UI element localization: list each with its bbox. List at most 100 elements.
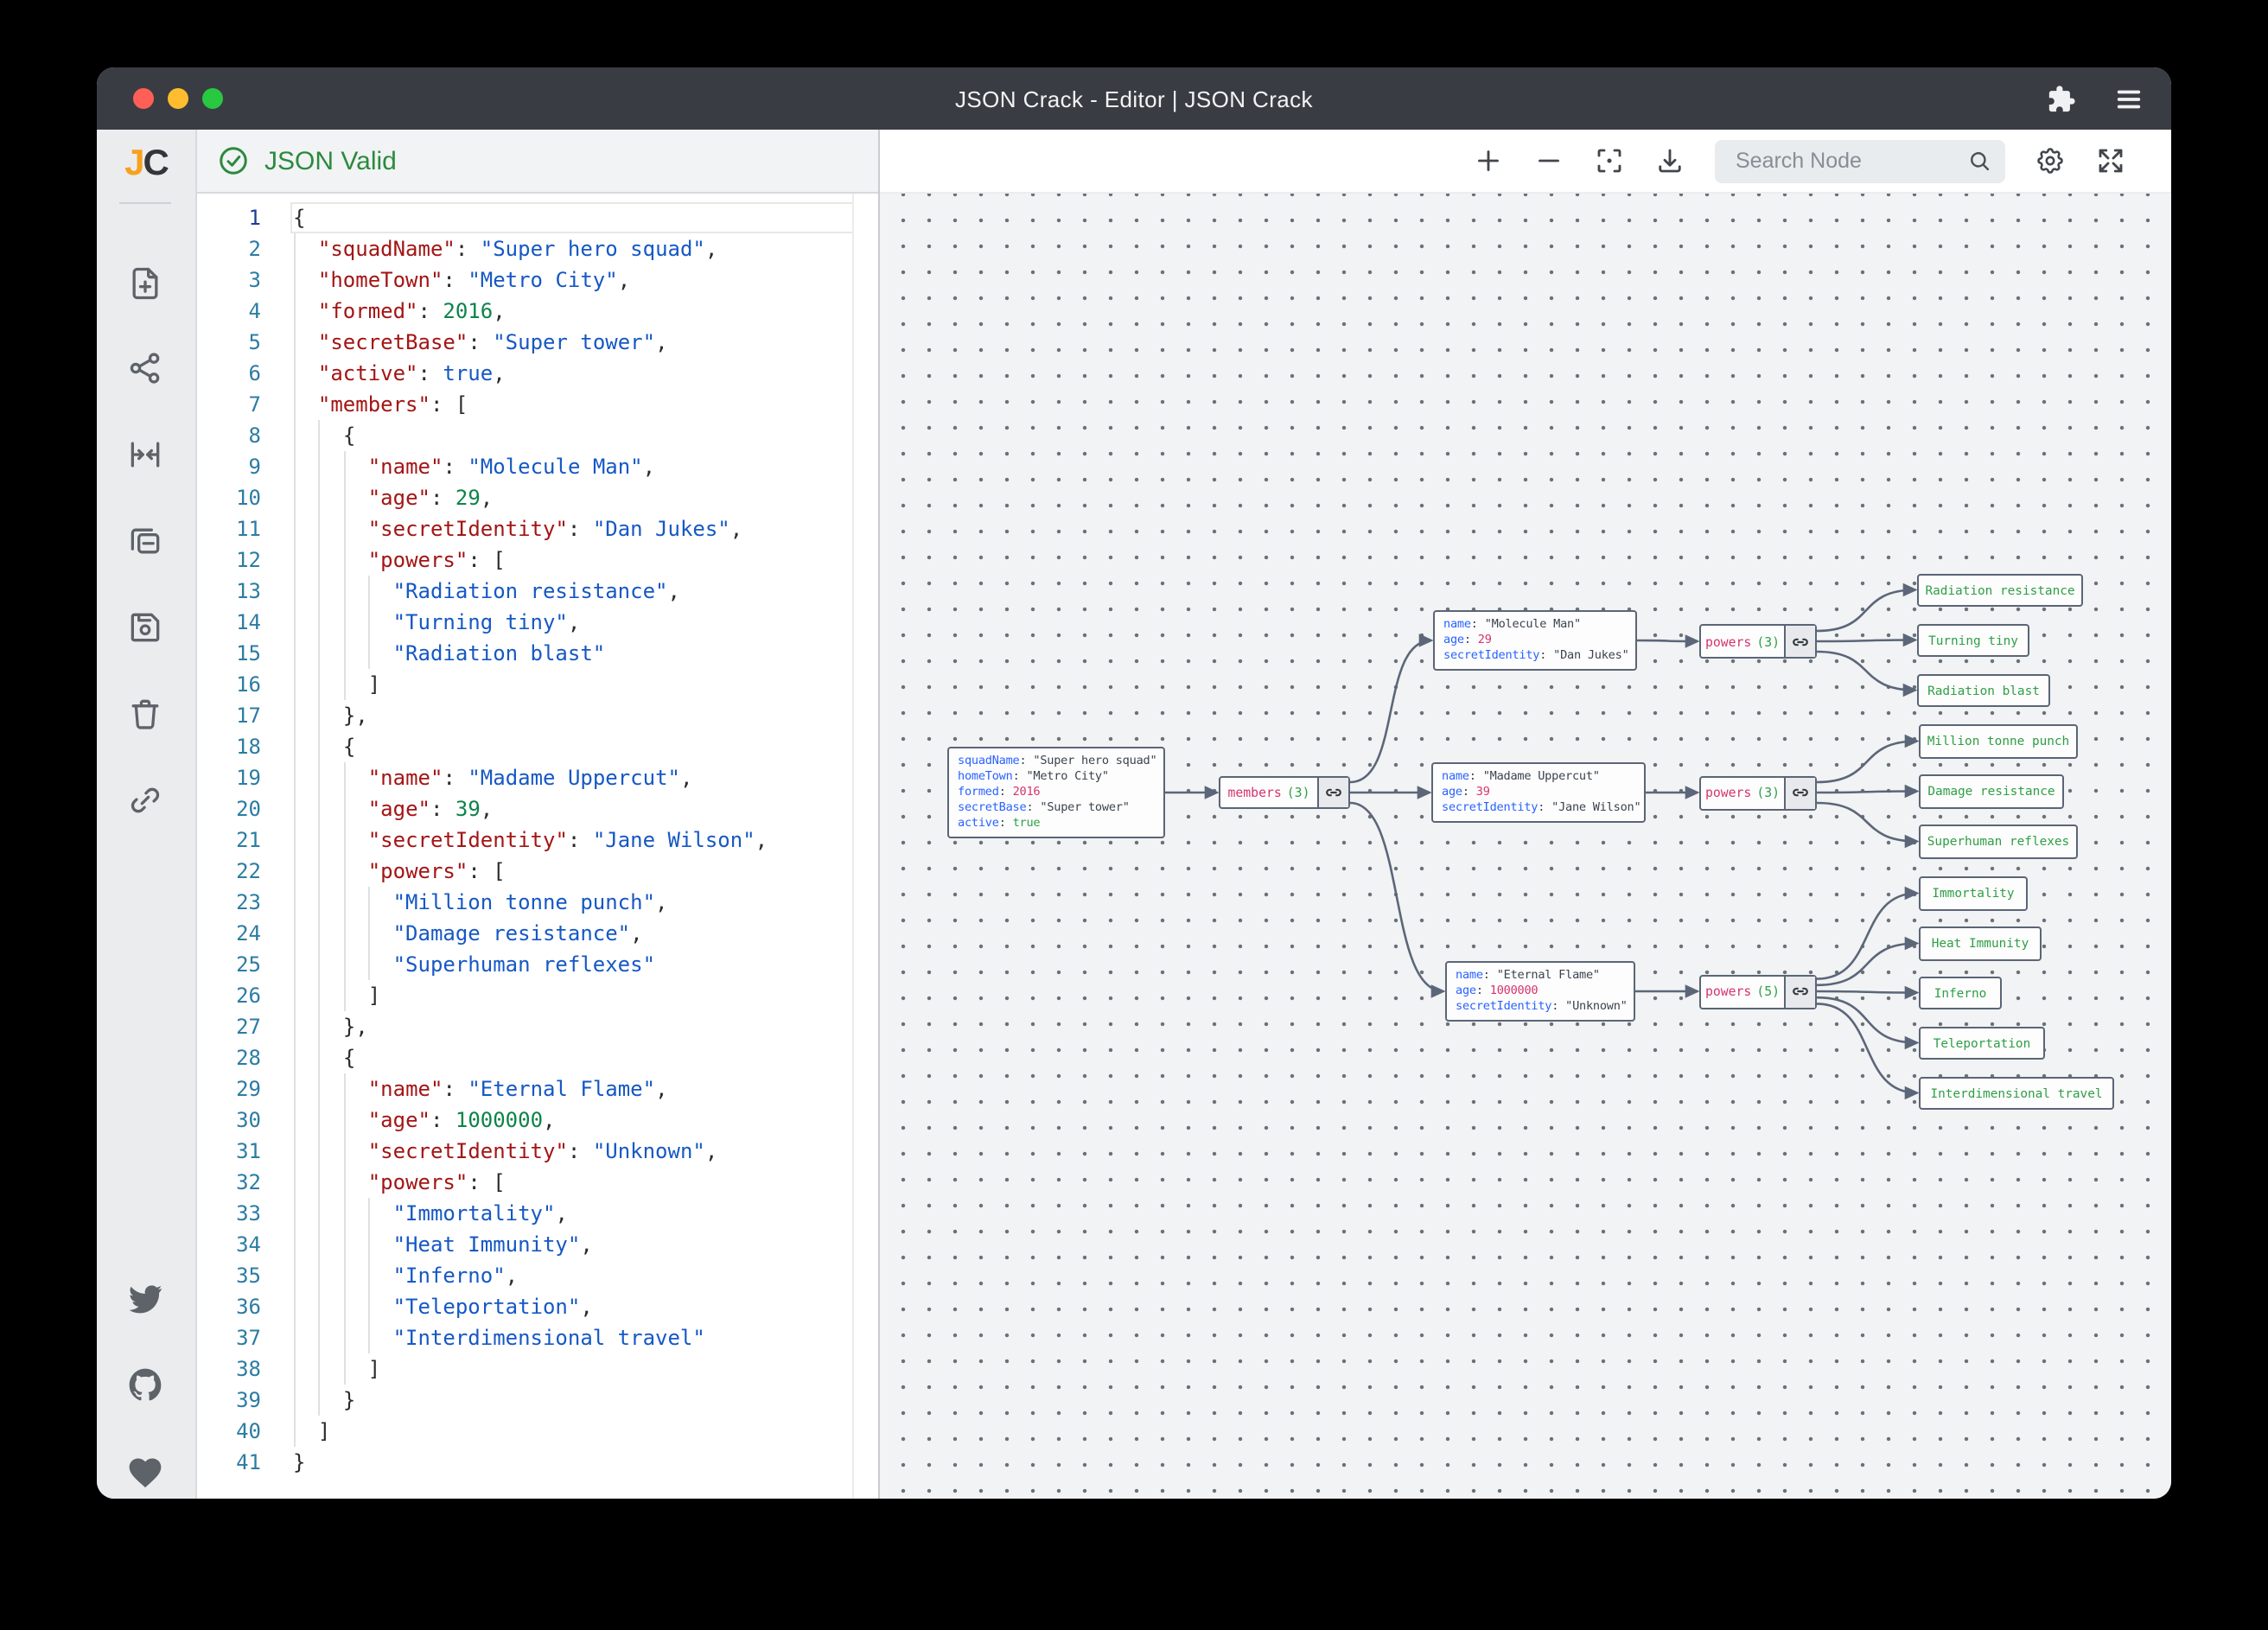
code-lines[interactable]: { "squadName": "Super hero squad", "home… (197, 202, 854, 1478)
code-line[interactable]: } (197, 1385, 854, 1416)
code-line[interactable]: ] (197, 980, 854, 1011)
code-line[interactable]: "powers": [ (197, 544, 854, 576)
code-line[interactable]: ] (197, 1416, 854, 1447)
new-document-icon[interactable] (126, 264, 164, 302)
code-line[interactable]: { (197, 420, 854, 451)
code-line[interactable]: }, (197, 700, 854, 731)
link-icon[interactable] (126, 781, 164, 819)
graph-node-l3b[interactable]: Heat Immunity (1919, 926, 2042, 960)
node-link-toggle[interactable] (1784, 976, 1815, 1007)
graph-node-p3[interactable]: powers(5) (1699, 974, 1817, 1009)
zoom-button[interactable] (202, 88, 223, 109)
code-line[interactable]: "formed": 2016, (197, 296, 854, 327)
code-line[interactable]: "age": 1000000, (197, 1105, 854, 1136)
save-icon[interactable] (126, 608, 164, 646)
app-logo[interactable]: JC (97, 143, 195, 185)
code-line[interactable]: ] (197, 1353, 854, 1385)
graph-node-p2[interactable]: powers(3) (1699, 775, 1817, 810)
graph-node-m2[interactable]: name: "Madame Uppercut"age: 39secretIden… (1431, 762, 1646, 823)
graph-node-l1c[interactable]: Radiation blast (1917, 673, 2050, 707)
code-line[interactable]: "name": "Madame Uppercut", (197, 762, 854, 793)
graph-node-root[interactable]: squadName: "Super hero squad"homeTown: "… (947, 747, 1165, 838)
extension-icon[interactable] (2047, 84, 2076, 113)
code-line[interactable]: { (197, 731, 854, 762)
code-line[interactable]: "Superhuman reflexes" (197, 949, 854, 980)
code-line[interactable]: "squadName": "Super hero squad", (197, 233, 854, 264)
github-icon[interactable] (126, 1366, 164, 1404)
code-line[interactable]: } (197, 1447, 854, 1478)
code-line[interactable]: "Teleportation", (197, 1291, 854, 1322)
code-line[interactable]: "age": 39, (197, 793, 854, 825)
code-line[interactable]: "Turning tiny", (197, 607, 854, 638)
node-link-toggle[interactable] (1784, 777, 1815, 808)
graph-node-p1[interactable]: powers(3) (1699, 624, 1817, 659)
search-input[interactable] (1732, 147, 1957, 175)
search-icon[interactable] (1967, 149, 1991, 173)
code-line[interactable]: "Interdimensional travel" (197, 1322, 854, 1353)
delete-icon[interactable] (126, 695, 164, 733)
graph-node-l3a[interactable]: Immortality (1919, 876, 2028, 910)
node-link-toggle[interactable] (1317, 778, 1348, 807)
code-line[interactable]: "secretBase": "Super tower", (197, 327, 854, 358)
editor-scrollbar[interactable] (852, 194, 878, 1499)
graph-node-l2c[interactable]: Superhuman reflexes (1919, 825, 2078, 858)
graph-node-l3d[interactable]: Teleportation (1919, 1026, 2045, 1060)
graph-node-l1b[interactable]: Turning tiny (1917, 623, 2029, 657)
code-line[interactable]: "active": true, (197, 358, 854, 389)
code-line[interactable]: ] (197, 669, 854, 700)
graph-node-l1a[interactable]: Radiation resistance (1917, 573, 2083, 607)
graph-node-l2b[interactable]: Damage resistance (1919, 774, 2064, 808)
copy-icon[interactable] (126, 522, 164, 560)
expand-link-icon[interactable] (1791, 632, 1810, 651)
fullscreen-icon[interactable] (2095, 145, 2126, 176)
graph-canvas[interactable]: squadName: "Super hero squad"homeTown: "… (880, 194, 2171, 1499)
code-line[interactable]: "Inferno", (197, 1260, 854, 1291)
graph-node-l3e[interactable]: Interdimensional travel (1919, 1076, 2114, 1110)
code-line[interactable]: "name": "Eternal Flame", (197, 1073, 854, 1105)
search-node-box[interactable] (1715, 139, 2005, 182)
json-editor[interactable]: 1234567891011121314151617181920212223242… (197, 194, 878, 1499)
code-line[interactable]: "Million tonne punch", (197, 887, 854, 918)
close-button[interactable] (133, 88, 154, 109)
graph-edge (1817, 894, 1917, 979)
code-line[interactable]: "members": [ (197, 389, 854, 420)
graph-node-l2a[interactable]: Million tonne punch (1919, 724, 2078, 758)
download-icon[interactable] (1654, 145, 1685, 176)
code-line[interactable]: "homeTown": "Metro City", (197, 264, 854, 296)
code-line[interactable]: "Radiation blast" (197, 638, 854, 669)
code-line[interactable]: "Damage resistance", (197, 918, 854, 949)
code-line[interactable]: { (197, 202, 854, 233)
node-link-toggle[interactable] (1784, 626, 1815, 657)
expand-link-icon[interactable] (1791, 982, 1810, 1001)
menu-icon[interactable] (2114, 84, 2144, 113)
compress-icon[interactable] (126, 436, 164, 474)
expand-link-icon[interactable] (1791, 783, 1810, 802)
zoom-in-icon[interactable] (1473, 145, 1504, 176)
graph-node-m3[interactable]: name: "Eternal Flame"age: 1000000secretI… (1445, 961, 1635, 1022)
code-line[interactable]: "name": "Molecule Man", (197, 451, 854, 482)
code-line[interactable]: { (197, 1042, 854, 1073)
title-bar: JSON Crack - Editor | JSON Crack (97, 67, 2171, 130)
code-line[interactable]: "Heat Immunity", (197, 1229, 854, 1260)
code-line[interactable]: "Radiation resistance", (197, 576, 854, 607)
code-line[interactable]: "powers": [ (197, 856, 854, 887)
code-line[interactable]: "age": 29, (197, 482, 854, 513)
code-line[interactable]: "Immortality", (197, 1198, 854, 1229)
minimize-button[interactable] (168, 88, 188, 109)
code-line[interactable]: "powers": [ (197, 1167, 854, 1198)
code-line[interactable]: }, (197, 1011, 854, 1042)
share-graph-icon[interactable] (126, 349, 164, 387)
zoom-out-icon[interactable] (1533, 145, 1564, 176)
graph-node-members[interactable]: members(3) (1219, 776, 1350, 809)
code-line[interactable]: "secretIdentity": "Unknown", (197, 1136, 854, 1167)
graph-node-l3c[interactable]: Inferno (1919, 976, 2002, 1009)
twitter-icon[interactable] (126, 1279, 164, 1317)
code-line[interactable]: "secretIdentity": "Dan Jukes", (197, 513, 854, 544)
code-line[interactable]: "secretIdentity": "Jane Wilson", (197, 825, 854, 856)
indent-guide (319, 420, 321, 1416)
graph-node-m1[interactable]: name: "Molecule Man"age: 29secretIdentit… (1433, 610, 1637, 671)
settings-icon[interactable] (2035, 145, 2066, 176)
focus-icon[interactable] (1594, 145, 1625, 176)
sponsor-heart-icon[interactable] (126, 1454, 164, 1492)
expand-link-icon[interactable] (1324, 783, 1343, 802)
